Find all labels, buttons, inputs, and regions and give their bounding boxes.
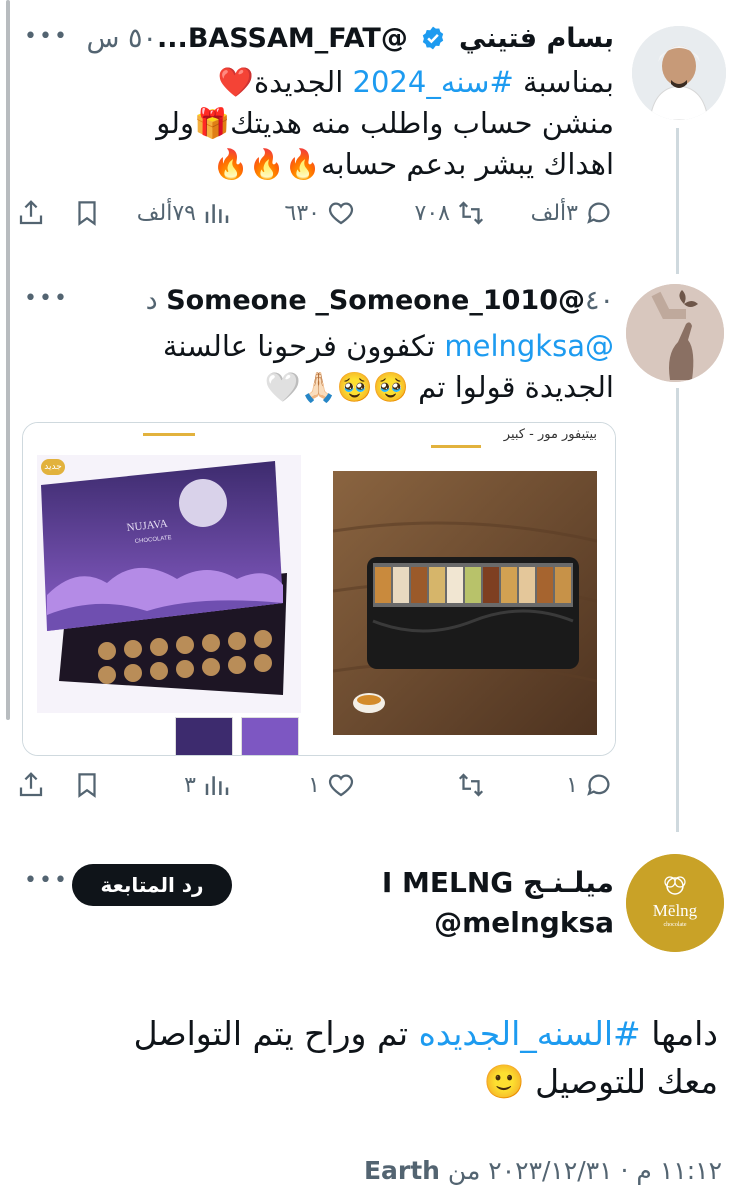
retweet-button[interactable]: ٧٠٨ — [415, 198, 486, 228]
tweet-bassam[interactable]: بسام فتيني @BASSAM_FAT...٥٠ س ••• بمناسب… — [0, 0, 748, 274]
tweet-actions: ١ ١ ٣ — [0, 770, 748, 810]
tweet-date[interactable]: ٢٠٢٣/١٢/٣١ — [488, 1156, 612, 1185]
reply-icon — [587, 202, 610, 224]
mention-link[interactable]: @melngksa — [444, 329, 614, 363]
author-name[interactable]: ميلـنـج I MELNG — [382, 866, 614, 900]
hashtag-link[interactable]: #السنه_الجديده — [419, 1014, 641, 1053]
views-icon — [205, 776, 229, 795]
follow-back-button[interactable]: رد المتابعة — [72, 864, 232, 906]
bookmark-icon — [78, 773, 96, 798]
reply-count: ١ — [566, 772, 578, 798]
heart-icon — [328, 202, 354, 225]
tweet-text: دامها #السنه_الجديده تم وراح يتم التواصل… — [133, 1014, 718, 1101]
retweet-icon — [458, 773, 484, 797]
views-button[interactable]: ٣ — [184, 770, 232, 800]
share-icon — [19, 772, 43, 797]
product-photo — [332, 471, 598, 735]
author-handle[interactable]: @melngksa — [434, 906, 614, 940]
tweet-header: بسام فتيني @BASSAM_FAT...٥٠ س — [86, 22, 614, 60]
hashtag-link[interactable]: #سنه_2024 — [353, 65, 514, 99]
tweet-source[interactable]: Earth — [364, 1156, 440, 1185]
product-card-left[interactable]: NUJAVA CHOCOLATE جديد — [23, 423, 315, 755]
author-name[interactable]: Someone — [166, 285, 307, 316]
bookmark-button[interactable] — [72, 198, 102, 228]
retweet-button[interactable] — [456, 770, 486, 800]
avatar[interactable] — [632, 26, 726, 120]
tweet-time[interactable]: ٥٠ س — [86, 23, 157, 54]
views-icon — [205, 204, 229, 223]
logo-text: Mēlng — [653, 901, 698, 920]
thread-line — [676, 388, 679, 832]
tweet-media-carousel[interactable]: بيتيفور مور - كبير NUJAVA CHOCOLATE جديد — [22, 422, 616, 756]
reply-icon — [587, 774, 610, 796]
share-icon — [19, 200, 43, 225]
share-button[interactable] — [16, 770, 46, 800]
active-indicator — [431, 445, 481, 448]
verified-badge-icon — [420, 25, 446, 60]
new-badge: جديد — [41, 459, 65, 475]
like-count: ٦٣٠ — [284, 200, 320, 226]
like-count: ١ — [308, 772, 320, 798]
author-name[interactable]: بسام فتيني — [459, 23, 614, 54]
reply-count: ٣ألف — [530, 200, 578, 226]
product-photo: NUJAVA CHOCOLATE — [37, 455, 301, 713]
more-options-icon[interactable]: ••• — [24, 286, 69, 311]
author-handle[interactable]: _Someone_1010@ — [315, 285, 585, 316]
view-count: ٧٩ألف — [136, 200, 196, 226]
tweet-actions: ٣ألف ٧٠٨ ٦٣٠ ٧٩ألف — [0, 198, 748, 238]
reply-button[interactable]: ١ — [566, 770, 614, 800]
tweet-header: Someone _Someone_1010@٤٠ د — [146, 284, 614, 318]
views-button[interactable]: ٧٩ألف — [137, 198, 232, 228]
tweet-text: @melngksa تكفوون فرحونا عالسنة الجديدة ق… — [162, 329, 614, 404]
tweet-time[interactable]: ١١:١٢ م — [636, 1156, 722, 1185]
heart-icon — [328, 774, 354, 797]
share-button[interactable] — [16, 198, 46, 228]
tweet-meta: ١١:١٢ م · ٢٠٢٣/١٢/٣١ من Earth — [363, 1156, 722, 1185]
author-handle[interactable]: @BASSAM_FAT... — [157, 23, 408, 54]
product-label: بيتيفور مور - كبير — [503, 427, 597, 442]
bookmark-icon — [78, 201, 96, 226]
view-count: ٣ — [184, 772, 196, 798]
thumbnail-1[interactable] — [175, 717, 233, 755]
logo-subtext: chocolate — [664, 922, 687, 928]
active-indicator — [143, 433, 195, 436]
bookmark-button[interactable] — [72, 770, 102, 800]
avatar[interactable]: Mēlng chocolate — [626, 854, 724, 952]
product-card-right[interactable]: بيتيفور مور - كبير — [319, 423, 615, 755]
more-options-icon[interactable]: ••• — [24, 868, 69, 893]
like-button[interactable]: ٦٣٠ — [285, 198, 356, 228]
more-options-icon[interactable]: ••• — [24, 24, 69, 49]
tweet-text: بمناسبة #سنه_2024 الجديدة❤️ منشن حساب وا… — [156, 65, 614, 181]
avatar[interactable] — [626, 284, 724, 382]
retweet-count: ٧٠٨ — [414, 200, 450, 226]
reply-button[interactable]: ٣ألف — [531, 198, 614, 228]
like-button[interactable]: ١ — [308, 770, 356, 800]
retweet-icon — [458, 201, 484, 225]
thumbnail-2[interactable] — [241, 717, 299, 755]
